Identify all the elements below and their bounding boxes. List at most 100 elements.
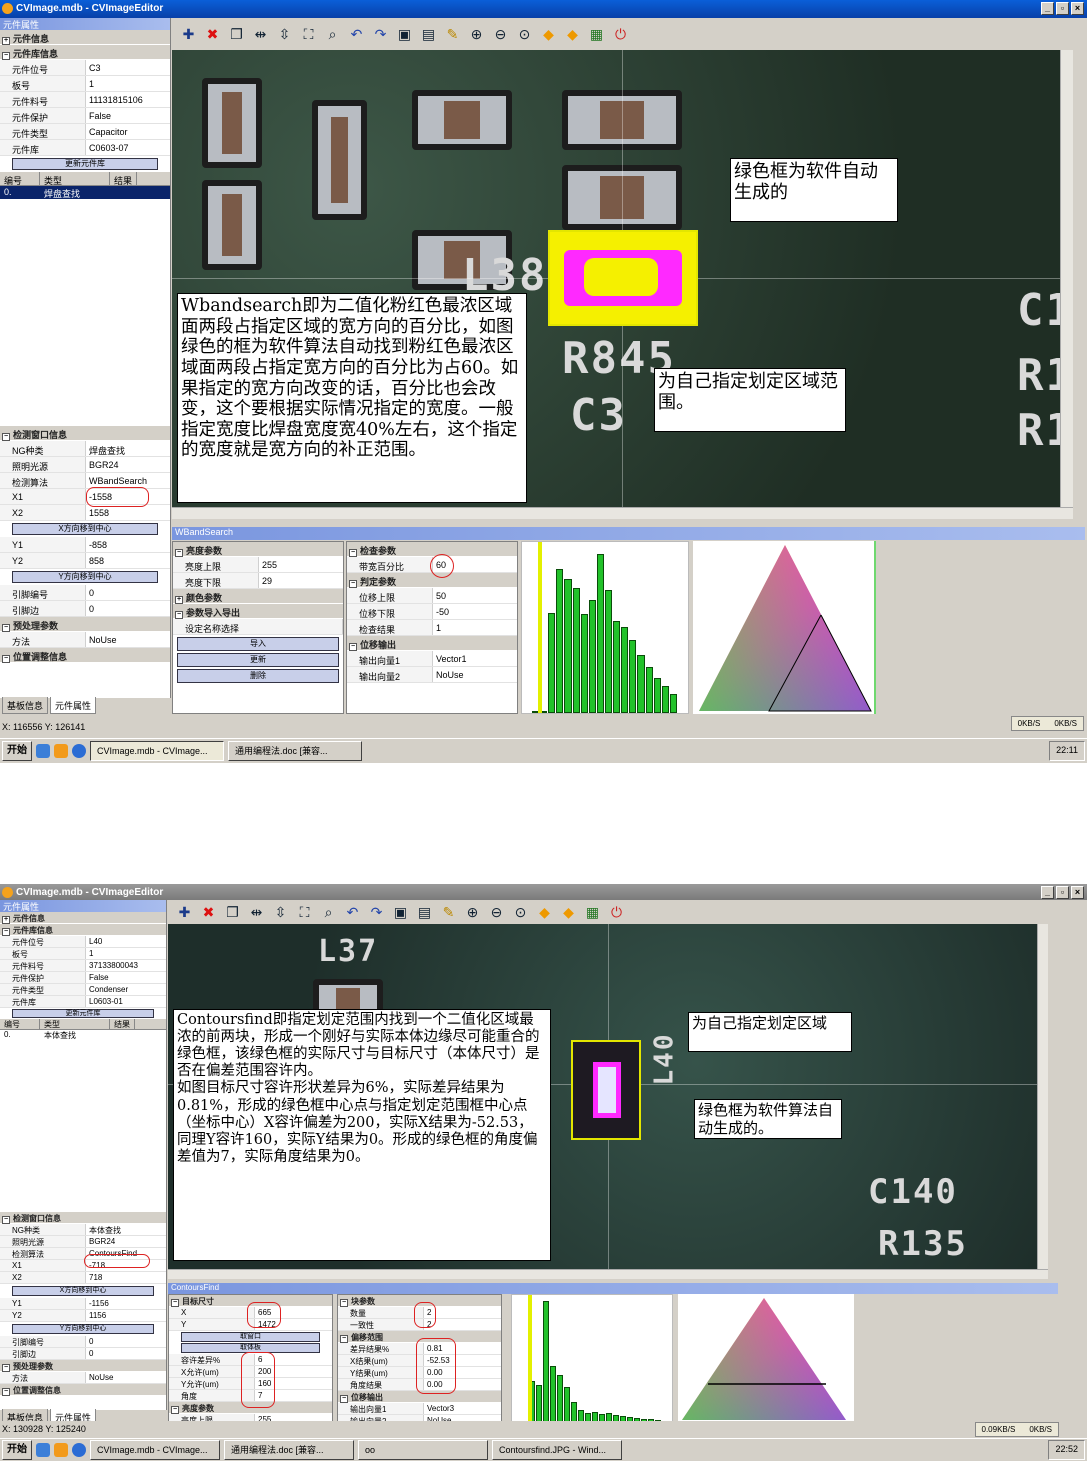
align-vertical-icon[interactable]: ⇳: [274, 24, 295, 45]
prop-row[interactable]: 元件料号 37133800043: [0, 960, 166, 972]
ie-icon[interactable]: [72, 743, 86, 758]
update-library-button[interactable]: 更新元件库: [12, 1009, 154, 1018]
tab-board-info[interactable]: 基板信息: [2, 697, 49, 714]
prop-value[interactable]: 本体查找: [86, 1224, 166, 1235]
monitor-icon[interactable]: ▣: [390, 902, 411, 923]
monitor-icon[interactable]: ▣: [394, 24, 415, 45]
prop-row[interactable]: NG种类 本体查找: [0, 1224, 166, 1236]
close-button[interactable]: ×: [1071, 2, 1084, 15]
prop-row[interactable]: 输出向量2NoUse: [347, 667, 517, 683]
prop-row[interactable]: 照明光源 BGR24: [0, 1236, 166, 1248]
prop-row[interactable]: 元件库 C0603-07: [0, 140, 170, 156]
section-import-export[interactable]: − 参数导入导出: [173, 604, 343, 619]
prop-row[interactable]: 元件料号 11131815106: [0, 92, 170, 108]
prop-value[interactable]: L0603-01: [86, 996, 166, 1007]
browser-icon[interactable]: [54, 743, 68, 758]
section-brightness[interactable]: − 亮度参数: [173, 542, 343, 557]
taskbar-item[interactable]: CVImage.mdb - CVImage...: [90, 1440, 220, 1460]
image-view[interactable]: L37 L40 C140 R135 Contoursfind即指定划定范围内找到…: [168, 924, 1048, 1269]
prop-value[interactable]: Condenser: [86, 984, 166, 995]
prop-value[interactable]: 29: [259, 573, 343, 588]
prop-value[interactable]: WBandSearch: [86, 473, 170, 488]
taskbar-item[interactable]: oo: [358, 1440, 488, 1460]
taskbar-item[interactable]: CVImage.mdb - CVImage...: [90, 740, 224, 761]
prop-row[interactable]: 引脚编号 0: [0, 585, 170, 601]
prop-value[interactable]: L40: [86, 936, 166, 947]
fit-icon[interactable]: ⛶: [298, 24, 319, 45]
vertical-scrollbar[interactable]: [1060, 50, 1073, 507]
delete-icon[interactable]: ✖: [202, 24, 223, 45]
undo-icon[interactable]: ↶: [342, 902, 363, 923]
prop-row[interactable]: 元件保护 False: [0, 972, 166, 984]
prop-value[interactable]: 0: [86, 585, 170, 600]
copy-icon[interactable]: ❐: [226, 24, 247, 45]
section-check[interactable]: − 检查参数: [347, 542, 517, 557]
section-preprocess[interactable]: − 预处理参数: [0, 617, 170, 632]
prop-value[interactable]: 858: [86, 553, 170, 568]
power-icon[interactable]: ⏻: [610, 24, 631, 45]
section-output[interactable]: − 位移输出: [347, 636, 517, 651]
section-library-info[interactable]: − 元件库信息: [0, 45, 170, 60]
y-center-button[interactable]: Y方向移到中心: [12, 571, 158, 583]
start-button[interactable]: 开始: [2, 740, 32, 761]
add-icon[interactable]: ✚: [174, 902, 195, 923]
section-position-adjust[interactable]: − 位置调整信息: [0, 1384, 166, 1396]
fit-icon[interactable]: ⛶: [294, 902, 315, 923]
prop-row[interactable]: 方法 NoUse: [0, 632, 170, 648]
prop-row[interactable]: 元件位号 C3: [0, 60, 170, 76]
zoom-in-icon[interactable]: ⊕: [462, 902, 483, 923]
import-button[interactable]: 导入: [177, 637, 339, 651]
save-icon[interactable]: ▤: [414, 902, 435, 923]
horizontal-scrollbar[interactable]: [172, 507, 1073, 519]
update-library-button[interactable]: 更新元件库: [12, 158, 158, 170]
delete-button[interactable]: 删除: [177, 669, 339, 683]
section-component-info[interactable]: + 元件信息: [0, 30, 170, 45]
prop-value[interactable]: Vector3: [424, 1403, 501, 1414]
book-icon[interactable]: ▦: [582, 902, 603, 923]
prop-value[interactable]: 1: [433, 620, 517, 635]
section-judge[interactable]: − 判定参数: [347, 573, 517, 588]
prop-row[interactable]: 元件库 L0603-01: [0, 996, 166, 1008]
section-preprocess[interactable]: − 预处理参数: [0, 1360, 166, 1372]
prop-row[interactable]: 位移上限 50: [347, 588, 517, 604]
ie-icon[interactable]: [72, 1443, 86, 1457]
prop-value[interactable]: Vector1: [433, 651, 517, 666]
prop-row[interactable]: 检测算法 WBandSearch: [0, 473, 170, 489]
power-icon[interactable]: ⏻: [606, 902, 627, 923]
prop-row[interactable]: 元件保护 False: [0, 108, 170, 124]
prop-value[interactable]: 焊盘查找: [86, 441, 170, 456]
image-view[interactable]: L38 R845 C3 C1 R1 R1 绿色框为软件自动生成的 Wbandse…: [172, 50, 1073, 507]
y-center-button[interactable]: Y方向移到中心: [12, 1324, 154, 1334]
x-center-button[interactable]: X方向移到中心: [12, 1286, 154, 1296]
prop-row[interactable]: 元件类型 Condenser: [0, 984, 166, 996]
taskbar-item[interactable]: Contoursfind.JPG - Wind...: [492, 1440, 622, 1460]
prop-row[interactable]: 检查结果 1: [347, 620, 517, 636]
desktop-icon[interactable]: [36, 743, 50, 758]
section-component-info[interactable]: + 元件信息: [0, 912, 166, 924]
prop-row[interactable]: NG种类 焊盘查找: [0, 441, 170, 457]
book-icon[interactable]: ▦: [586, 24, 607, 45]
zoom-out-icon[interactable]: ⊖: [490, 24, 511, 45]
undo-icon[interactable]: ↶: [346, 24, 367, 45]
prop-row[interactable]: 方法 NoUse: [0, 1372, 166, 1384]
take-window-button[interactable]: 取窗口: [181, 1332, 320, 1342]
inspect-icon[interactable]: ⌕: [322, 24, 343, 45]
prop-value[interactable]: -1156: [86, 1298, 166, 1309]
prop-row[interactable]: Y1 -858: [0, 537, 170, 553]
save-icon[interactable]: ▤: [418, 24, 439, 45]
minimize-button[interactable]: _: [1041, 2, 1054, 15]
prop-value[interactable]: -50: [433, 604, 517, 619]
prop-value[interactable]: C0603-07: [86, 140, 170, 155]
taskbar-item[interactable]: 通用编程法.doc [兼容...: [224, 1440, 354, 1460]
prop-row[interactable]: 输出向量1 Vector1: [347, 651, 517, 667]
prop-value[interactable]: BGR24: [86, 457, 170, 472]
update-button[interactable]: 更新: [177, 653, 339, 667]
taskbar-item[interactable]: 通用编程法.doc [兼容...: [228, 740, 362, 761]
search-region-box[interactable]: [548, 230, 698, 326]
zoom-fit-icon[interactable]: ⊙: [510, 902, 531, 923]
copy-icon[interactable]: ❐: [222, 902, 243, 923]
prop-value[interactable]: NoUse: [433, 667, 517, 682]
prop-value[interactable]: 1156: [86, 1310, 166, 1321]
prop-value[interactable]: 37133800043: [86, 960, 166, 971]
prop-row[interactable]: 亮度上限 255: [173, 557, 343, 573]
